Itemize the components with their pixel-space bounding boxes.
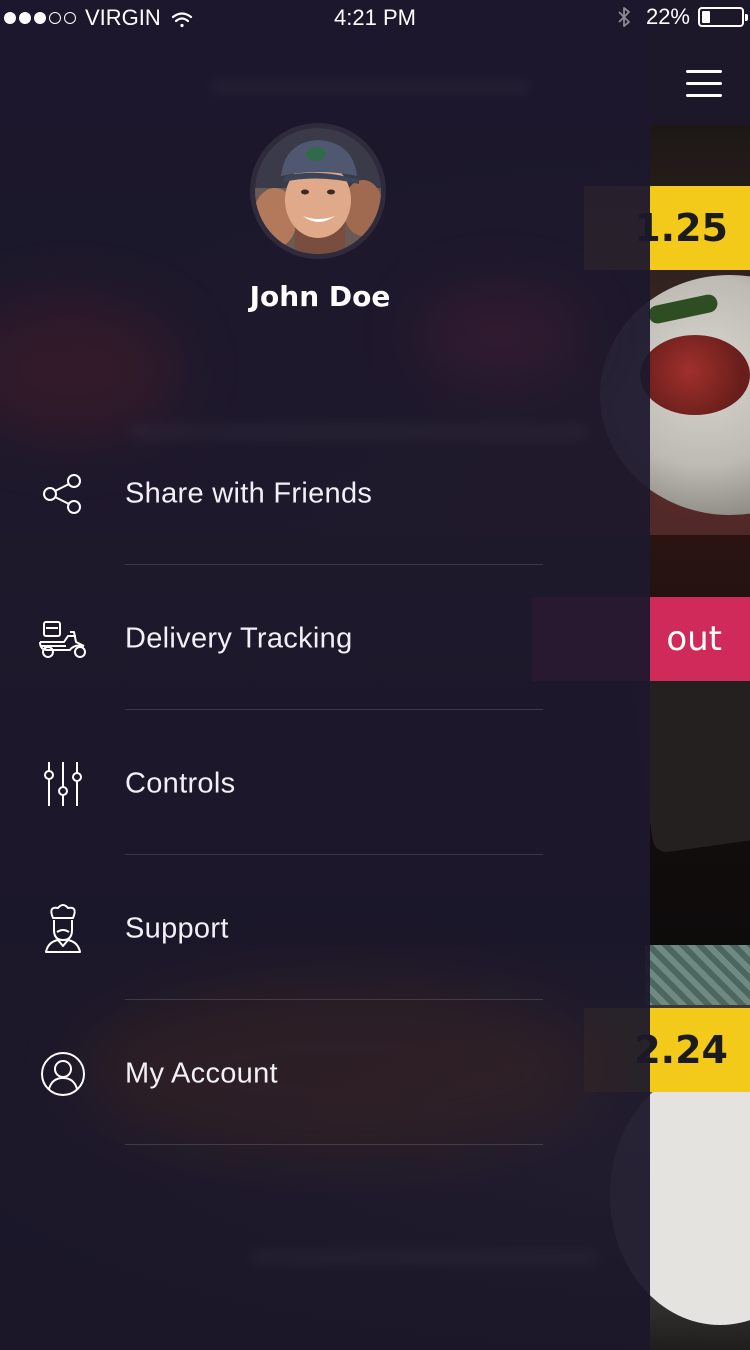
menu-item-label: Share with Friends — [125, 477, 373, 509]
hamburger-menu-icon[interactable] — [686, 68, 722, 98]
share-icon — [36, 467, 90, 521]
menu-item-label: Controls — [125, 767, 236, 799]
avatar[interactable] — [255, 128, 381, 254]
bluetooth-icon — [616, 5, 632, 29]
delivery-scooter-icon — [36, 612, 90, 666]
divider — [125, 854, 543, 855]
status-bar: VIRGIN 4:21 PM 22% — [0, 0, 750, 36]
battery-icon — [698, 7, 748, 27]
sliders-icon — [36, 757, 90, 811]
divider — [125, 1144, 543, 1145]
menu-item-label: Delivery Tracking — [125, 622, 353, 654]
menu-item-controls[interactable]: Controls — [0, 711, 650, 856]
divider — [125, 564, 543, 565]
menu-item-share-with-friends[interactable]: Share with Friends — [0, 421, 650, 566]
menu-item-label: Support — [125, 912, 229, 944]
divider — [125, 709, 543, 710]
side-drawer: John Doe Share with Friends Delivery Tra… — [0, 0, 650, 1350]
profile-name: John Doe — [249, 280, 391, 313]
user-circle-icon — [36, 1047, 90, 1101]
menu-item-support[interactable]: Support — [0, 856, 650, 1001]
divider — [125, 999, 543, 1000]
battery-percent: 22% — [645, 4, 690, 29]
menu-item-delivery-tracking[interactable]: Delivery Tracking — [0, 566, 650, 711]
chef-icon — [36, 902, 90, 956]
menu-item-my-account[interactable]: My Account — [0, 1001, 650, 1146]
menu-item-label: My Account — [125, 1057, 278, 1089]
